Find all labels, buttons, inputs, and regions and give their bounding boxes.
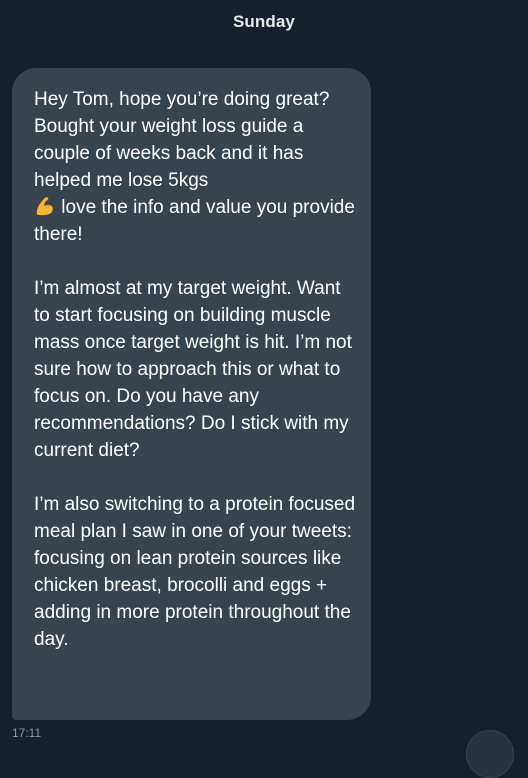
message-paragraph-3: I’m also switching to a protein focused …: [34, 494, 356, 650]
date-separator: Sunday: [232, 12, 295, 31]
message-timestamp: 17:11: [12, 726, 42, 740]
message-paragraph-1: Hey Tom, hope you’re doing great? Bought…: [34, 86, 357, 248]
message-text-part-1: Hey Tom, hope you’re doing great? Bought…: [34, 89, 330, 191]
flexed-biceps-icon: [36, 197, 53, 216]
message-bubble[interactable]: Hey Tom, hope you’re doing great? Bought…: [12, 68, 371, 720]
message-paragraph-2: I’m almost at my target weight. Want to …: [34, 278, 352, 461]
scroll-to-bottom-button[interactable]: [466, 730, 514, 778]
message-text-part-2: love the info and value you provide ther…: [34, 197, 355, 245]
